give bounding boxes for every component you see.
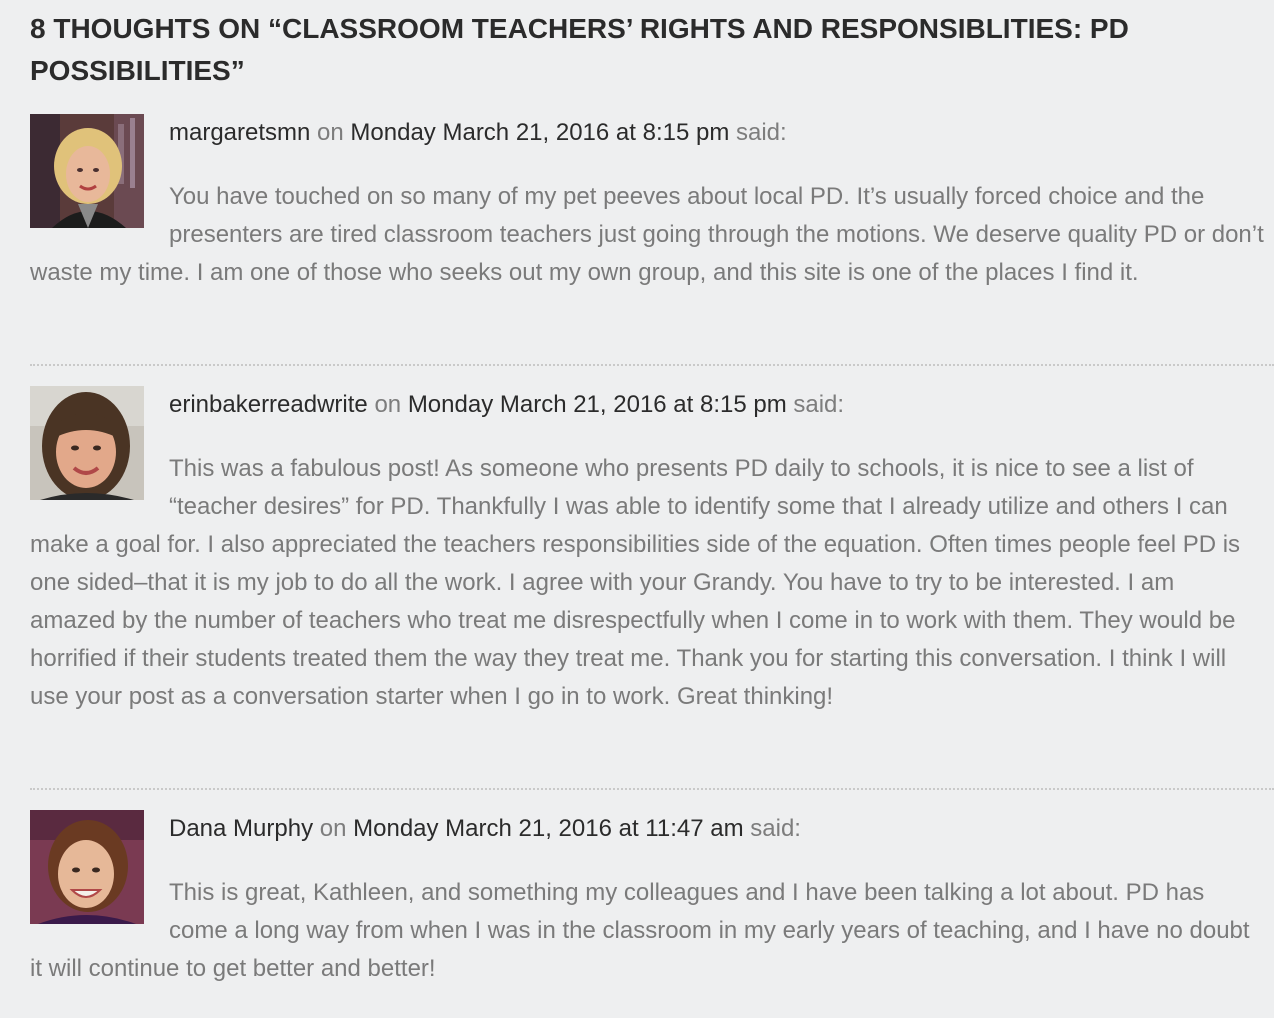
comment-date-link[interactable]: Monday March 21, 2016 at 11:47 am [353, 815, 743, 842]
comment-text: This is great, Kathleen, and something m… [30, 879, 1250, 982]
comments-heading: 8 THOUGHTS ON “CLASSROOM TEACHERS’ RIGHT… [30, 13, 1129, 86]
on-label: on [319, 815, 347, 842]
comment-author-link[interactable]: erinbakerreadwrite [169, 391, 368, 418]
comment-date-link[interactable]: Monday March 21, 2016 at 8:15 pm [350, 119, 729, 146]
comment-date-link[interactable]: Monday March 21, 2016 at 8:15 pm [408, 391, 787, 418]
comment-item: erinbakerreadwrite on Monday March 21, 2… [30, 386, 1266, 716]
on-label: on [374, 391, 402, 418]
said-label: said: [750, 815, 801, 842]
comment-meta: Dana Murphy on Monday March 21, 2016 at … [30, 810, 1266, 848]
comment-item: margaretsmn on Monday March 21, 2016 at … [30, 114, 1266, 292]
comments-section: 8 THOUGHTS ON “CLASSROOM TEACHERS’ RIGHT… [0, 0, 1274, 1018]
comment-divider [30, 788, 1274, 790]
comment-text: This was a fabulous post! As someone who… [30, 455, 1241, 710]
avatar[interactable] [30, 114, 144, 228]
avatar[interactable] [30, 810, 144, 924]
comment-meta: erinbakerreadwrite on Monday March 21, 2… [30, 386, 1266, 424]
comment-text: You have touched on so many of my pet pe… [30, 183, 1264, 286]
on-label: on [317, 119, 344, 146]
comment-divider [30, 364, 1274, 366]
comment-item: Dana Murphy on Monday March 21, 2016 at … [30, 810, 1266, 988]
said-label: said: [793, 391, 845, 418]
comment-author-link[interactable]: margaretsmn [169, 119, 310, 146]
said-label: said: [735, 119, 787, 146]
comment-meta: margaretsmn on Monday March 21, 2016 at … [30, 114, 1266, 152]
avatar[interactable] [30, 386, 144, 500]
comment-author-link[interactable]: Dana Murphy [169, 815, 313, 842]
